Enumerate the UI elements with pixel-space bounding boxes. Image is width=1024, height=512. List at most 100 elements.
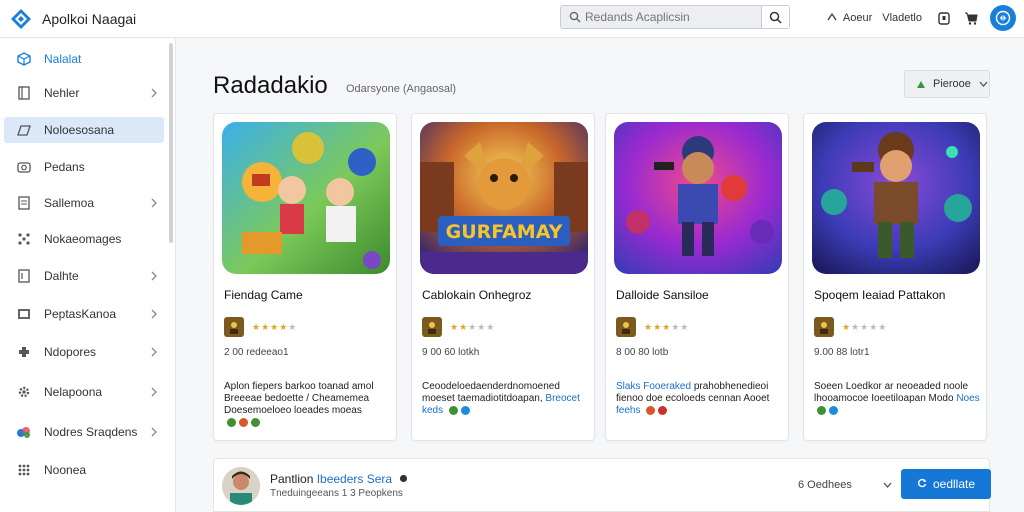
install-button[interactable]: oedllate <box>901 469 991 499</box>
install-button-label: oedllate <box>932 477 976 491</box>
card-title[interactable]: Fiendag Came <box>224 288 394 302</box>
search-box[interactable] <box>560 5 790 29</box>
chevron-right-icon <box>148 307 160 321</box>
search-icon <box>565 6 585 28</box>
camera-icon <box>16 159 32 175</box>
sidebar-item-nehler[interactable]: Nehler <box>4 80 164 106</box>
card-title[interactable]: Dalloide Sansiloe <box>616 288 786 302</box>
sidebar-item-nelapoona[interactable]: Nelapoona <box>4 379 164 405</box>
document-icon <box>16 195 32 211</box>
desc-text: Soeen Loedkor ar neoeaded noole lhooamoc… <box>814 381 969 404</box>
panel-title-highlight: Ibeeders Sera <box>316 472 393 486</box>
tree-icon <box>448 405 458 415</box>
download-count: 8 00 80 lotb <box>616 347 669 358</box>
sidebar-item-label: Noloesosana <box>44 123 115 137</box>
cart-icon[interactable] <box>964 12 978 25</box>
sort-select[interactable]: 6 Oedhees <box>798 476 892 494</box>
sidebar-item-label: Dalhte <box>44 269 79 283</box>
page-subtitle: Odarsyone (Angaosal) <box>346 83 457 95</box>
desc-icons <box>227 417 263 427</box>
card-title[interactable]: Cablokain Onhegroz <box>422 288 592 302</box>
top-link-2[interactable]: Vladetlo <box>882 12 922 24</box>
developer-avatar <box>224 317 244 337</box>
game-thumbnail-image[interactable] <box>614 122 782 274</box>
game-thumbnail-image[interactable] <box>812 122 980 274</box>
leaf-icon <box>251 417 260 427</box>
desc-text: Ceoodeloedaenderdnomoened moeset taemadi… <box>422 381 560 404</box>
chevron-right-icon <box>148 385 160 399</box>
thumbnail-title-text: GURFAMAY <box>446 221 563 243</box>
user-avatar[interactable] <box>990 5 1016 31</box>
cube-icon <box>16 51 32 67</box>
game-thumbnail-image[interactable]: GURFAMAY <box>420 122 588 274</box>
sidebar-item-noloesosana[interactable]: Noloesosana <box>4 117 164 143</box>
refresh-icon <box>917 477 927 491</box>
sidebar-item-nalalat[interactable]: Nalalat <box>4 46 164 72</box>
sidebar-item-label: Pedans <box>44 160 85 174</box>
app-card[interactable]: Spoqem Ieaiad Pattakon ★★★★★ 9.00 88 lot… <box>803 113 987 441</box>
star-rating: ★★★★★ <box>450 321 496 332</box>
sidebar-item-label: Ndopores <box>44 345 97 359</box>
card-title[interactable]: Spoqem Ieaiad Pattakon <box>814 288 984 302</box>
card-description: Ceoodeloedaenderdnomoened moeset taemadi… <box>422 381 588 417</box>
top-link-2-label: Vladetlo <box>882 12 922 24</box>
rating-row: ★★★★★ <box>422 317 495 337</box>
gear-icon <box>16 384 32 400</box>
sidebar-item-label: Sallemoa <box>44 196 95 210</box>
sidebar-item-label: Noonea <box>44 463 87 477</box>
desc-link[interactable]: Slaks Fooeraked <box>616 381 691 392</box>
developer-avatar[interactable] <box>222 467 260 505</box>
globe-icon <box>460 405 470 415</box>
filter-dropdown[interactable]: Pierooe <box>904 70 990 98</box>
leaf-icon <box>227 417 236 427</box>
sidebar-item-ndopores[interactable]: Ndopores <box>4 339 164 365</box>
app-card[interactable]: Dalloide Sansiloe ★★★★★ 8 00 80 lotb Sla… <box>605 113 789 441</box>
desc-link[interactable]: Noes <box>956 393 979 404</box>
fire-icon <box>239 417 248 427</box>
app-logo-icon[interactable] <box>10 8 32 30</box>
sidebar-item-dalhte[interactable]: Dalhte <box>4 263 164 289</box>
desc-link[interactable]: feehs <box>616 405 640 416</box>
sidebar-item-nokaeomages[interactable]: Nokaeomages <box>4 226 164 252</box>
app-card[interactable]: GURFAMAY Cablokain Onhegroz ★★★★★ 9 00 6… <box>411 113 595 441</box>
desc-icons <box>817 405 841 415</box>
sidebar-item-peptaskanoa[interactable]: PeptasKanoa <box>4 301 164 327</box>
sidebar-item-label: Nodres Sraqdens <box>44 425 138 439</box>
top-link-1[interactable]: Aoeur <box>827 12 872 25</box>
card-description: Aplon fiepers barkoo toanad amol Breeeae… <box>224 381 390 429</box>
sidebar-item-noonea[interactable]: Noonea <box>4 457 164 483</box>
chevron-down-icon <box>883 479 892 491</box>
star-rating: ★★★★★ <box>644 321 690 332</box>
rating-row: ★★★★★ <box>814 317 887 337</box>
sidebar-item-label: PeptasKanoa <box>44 307 117 321</box>
globe-icon <box>829 405 838 415</box>
app-title: Apolkoi Naagai <box>42 10 137 27</box>
panel-title[interactable]: Pantlion Ibeeders Sera <box>270 472 408 486</box>
game-thumbnail-image[interactable] <box>222 122 390 274</box>
star-rating: ★★★★★ <box>252 321 298 332</box>
notification-icon[interactable] <box>938 11 950 25</box>
search-button[interactable] <box>761 6 789 28</box>
sidebar-item-pedans[interactable]: Pedans <box>4 154 164 180</box>
panel-title-part: Pantlion <box>270 472 317 486</box>
apps-grid-icon <box>16 462 32 478</box>
top-link-1-label: Aoeur <box>842 12 873 24</box>
chevron-right-icon <box>148 196 160 210</box>
sidebar-item-sallemoa[interactable]: Sallemoa <box>4 190 164 216</box>
download-count: 9 00 60 lotkh <box>422 347 480 358</box>
sidebar-scrollbar[interactable] <box>169 43 173 243</box>
rating-row: ★★★★★ <box>616 317 689 337</box>
chevron-right-icon <box>148 425 160 439</box>
grid-dots-icon <box>16 231 32 247</box>
chat-icon <box>16 122 32 138</box>
search-input[interactable] <box>585 10 753 24</box>
sidebar-item-label: Nelapoona <box>44 385 103 399</box>
triangle-up-icon <box>915 80 927 89</box>
rating-row: ★★★★★ <box>224 317 297 337</box>
desc-icons <box>448 405 473 415</box>
sidebar-item-label: Nokaeomages <box>44 232 122 246</box>
sidebar-item-label: Nehler <box>44 86 80 100</box>
top-right-actions: Aoeur Vladetlo <box>817 4 1016 32</box>
sidebar-item-nodres-sraqdens[interactable]: Nodres Sraqdens <box>4 419 164 445</box>
app-card[interactable]: Fiendag Came ★★★★★ 2 00 redeeao1 Aplon f… <box>213 113 397 441</box>
